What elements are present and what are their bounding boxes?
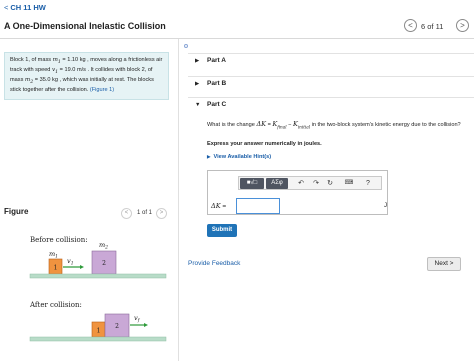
math-toolbar: ■√□ AΣφ ↶ ↷ ↻ ⌨ ?	[238, 176, 382, 190]
help-button[interactable]: ?	[363, 178, 373, 189]
submit-button[interactable]: Submit	[207, 224, 237, 237]
progress-circle-icon	[184, 44, 188, 48]
top-bar: < CH 11 HW	[0, 0, 474, 16]
unit-label: J	[384, 203, 387, 209]
view-hints-link[interactable]: ▶ View Available Hint(s)	[207, 154, 271, 160]
figure-next-button[interactable]: >	[156, 208, 167, 219]
chevron-left-icon: <	[4, 3, 9, 12]
expand-arrow-icon: ▶	[207, 154, 211, 159]
reset-icon[interactable]: ↻	[325, 178, 335, 189]
m2-symbol: m2	[24, 76, 34, 85]
title-divider	[0, 38, 474, 39]
before-collision-label: Before collision:	[30, 236, 88, 244]
m1-symbol: m1	[52, 57, 61, 66]
expand-arrow-icon: ▶	[195, 58, 200, 64]
chevron-left-icon: <	[124, 210, 129, 216]
after-collision-label: After collision:	[29, 301, 82, 309]
answer-input[interactable]	[236, 198, 280, 214]
panel-divider	[178, 39, 179, 361]
page-title: A One-Dimensional Inelastic Collision	[4, 21, 166, 31]
v1-label: v1	[67, 257, 74, 267]
undo-icon[interactable]: ↶	[296, 178, 306, 189]
greek-symbols-button[interactable]: AΣφ	[266, 178, 288, 189]
chevron-right-icon: >	[159, 210, 164, 216]
chevron-left-icon: <	[408, 21, 413, 30]
part-a-header[interactable]: ▶ Part A	[188, 53, 474, 69]
collapse-arrow-icon: ▼	[195, 102, 201, 108]
part-c-question: What is the change ΔK = Kfinal − Kinitia…	[207, 120, 461, 130]
part-b-label: Part B	[207, 80, 227, 87]
hints-label: View Available Hint(s)	[213, 154, 272, 160]
part-c-header[interactable]: ▼ Part C	[188, 97, 474, 113]
block-1-label: 1	[54, 265, 58, 272]
m1-label: m1	[49, 250, 58, 260]
chevron-right-icon: >	[460, 21, 465, 30]
problem-counter: 6 of 11	[421, 22, 444, 31]
answer-label: ΔK =	[211, 202, 227, 210]
figure-prev-button[interactable]: <	[121, 208, 132, 219]
back-to-assignment-link[interactable]: < CH 11 HW	[4, 3, 46, 12]
m2-label: m2	[99, 241, 108, 251]
vf-label: vf	[134, 314, 141, 324]
part-c-label: Part C	[207, 101, 227, 108]
description-text: Block 1, of mass	[10, 57, 53, 63]
answer-instruction: Express your answer numerically in joule…	[207, 141, 322, 147]
block-2-label: 2	[102, 260, 106, 267]
block-1-after-label: 1	[97, 328, 101, 335]
redo-icon[interactable]: ↷	[311, 178, 321, 189]
block-2-after-label: 2	[115, 323, 119, 330]
figure-link[interactable]: (Figure 1)	[90, 87, 114, 93]
expand-arrow-icon: ▶	[195, 81, 200, 87]
velocity-arrowhead	[80, 265, 84, 269]
figure-counter: 1 of 1	[137, 210, 153, 216]
part-b-header[interactable]: ▶ Part B	[188, 76, 474, 92]
problem-description: Block 1, of mass m1 = 1.10 kg , moves al…	[4, 52, 169, 100]
air-track	[29, 273, 167, 279]
next-button[interactable]: Next >	[427, 257, 461, 271]
final-velocity-arrowhead	[144, 323, 148, 327]
back-link-label: CH 11 HW	[10, 3, 46, 12]
collision-figure: Before collision: m2 m1 v1 1 2 After col…	[29, 236, 167, 342]
provide-feedback-link[interactable]: Provide Feedback	[188, 260, 240, 267]
previous-problem-button[interactable]: <	[404, 19, 417, 32]
templates-button[interactable]: ■√□	[240, 178, 264, 189]
next-problem-button[interactable]: >	[456, 19, 469, 32]
figure-title: Figure	[4, 207, 29, 216]
keyboard-icon[interactable]: ⌨	[343, 178, 355, 189]
part-a-label: Part A	[207, 57, 226, 64]
air-track-after	[29, 336, 167, 342]
